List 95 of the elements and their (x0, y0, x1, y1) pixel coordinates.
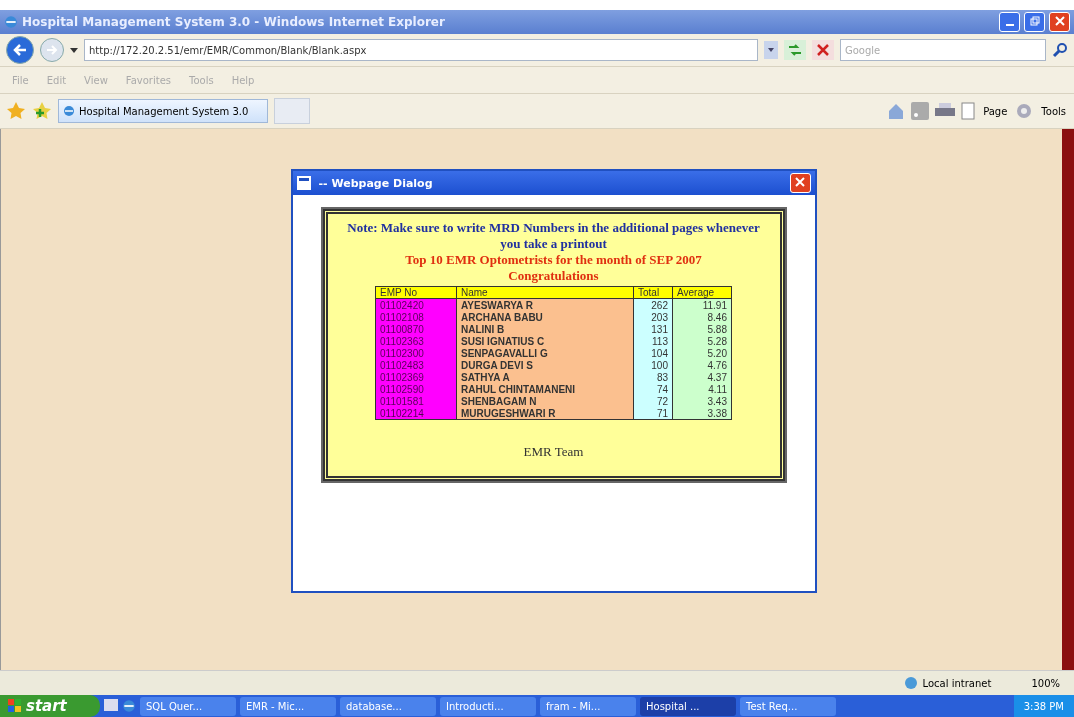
scrollbar[interactable] (1062, 129, 1074, 670)
table-cell: 5.28 (672, 335, 732, 347)
table-cell: 01100870 (375, 323, 457, 335)
table-cell: MURUGESHWARI R (456, 407, 634, 420)
close-button[interactable] (789, 173, 811, 193)
home-icon[interactable] (887, 102, 906, 120)
address-field[interactable]: http://172.20.2.51/emr/EMR/Common/Blank/Blank.aspx (84, 39, 758, 61)
table-cell: 4.37 (672, 371, 732, 383)
table-cell: ARCHANA BABU (456, 311, 634, 323)
taskbar-item[interactable]: Hospital ... (640, 696, 736, 716)
feed-icon[interactable] (911, 102, 930, 120)
table-cell: 01102369 (375, 371, 457, 383)
refresh-icon[interactable] (784, 40, 806, 60)
table-cell: 104 (633, 347, 673, 359)
table-cell: SENPAGAVALLI G (456, 347, 634, 359)
table-cell: 5.88 (672, 323, 732, 335)
table-cell: 203 (633, 311, 673, 323)
close-button[interactable] (1049, 12, 1070, 32)
taskbar-item[interactable]: fram - Mi... (540, 696, 636, 716)
signature-text: EMR Team (523, 444, 584, 460)
dropdown-icon[interactable] (70, 47, 78, 53)
taskbar-item[interactable]: EMR - Mic... (240, 696, 336, 716)
table-cell: 01102108 (375, 311, 457, 323)
restore-button[interactable] (1024, 12, 1045, 32)
table-cell: 8.46 (672, 311, 732, 323)
table-cell: 74 (633, 383, 673, 395)
column-header: Total (633, 286, 673, 299)
taskbar-item[interactable]: SQL Quer... (140, 696, 236, 716)
dropdown-icon[interactable] (764, 41, 778, 59)
table-cell: 83 (633, 371, 673, 383)
clock: 3:38 PM (1023, 700, 1064, 712)
forward-button[interactable] (40, 38, 64, 62)
taskbar-item[interactable]: Test Req... (740, 696, 836, 716)
menu-item[interactable]: Edit (40, 74, 73, 86)
menu-item[interactable]: File (6, 74, 35, 86)
browser-tab[interactable]: Hospital Management System 3.0 (58, 99, 268, 123)
table-cell: DURGA DEVI S (456, 359, 634, 371)
column-header: Name (456, 286, 634, 299)
tools-menu[interactable]: Tools (1039, 105, 1068, 117)
report-heading: Top 10 EMR Optometrists for the month of SEP 2007 (405, 252, 702, 268)
table-cell: 01102363 (375, 335, 457, 347)
close-icon (795, 177, 805, 187)
menu-item[interactable]: Help (225, 74, 261, 86)
stop-icon[interactable] (812, 40, 834, 60)
menu-item[interactable]: View (78, 74, 114, 86)
table-cell: 3.43 (672, 395, 732, 407)
back-button[interactable] (6, 36, 34, 64)
table-cell: 01102214 (375, 407, 457, 420)
congratulations-text: Congratulations (508, 268, 599, 284)
zone-text: Local intranet (922, 677, 992, 689)
desktop-icon[interactable] (104, 699, 118, 713)
table-cell: 72 (633, 395, 673, 407)
dialog-icon (296, 176, 311, 190)
page-menu[interactable]: Page (981, 105, 1010, 117)
restore-icon (1029, 16, 1040, 26)
menu-item[interactable]: Tools (183, 74, 220, 86)
table-cell: 4.11 (672, 383, 732, 395)
table-cell: 4.76 (672, 359, 732, 371)
table-cell: RAHUL CHINTAMANENI (456, 383, 634, 395)
table-cell: 113 (633, 335, 673, 347)
table-cell: SUSI IGNATIUS C (456, 335, 634, 347)
minimize-icon (1005, 24, 1014, 26)
forward-arrow-icon (46, 45, 58, 55)
column-header: Average (672, 286, 732, 299)
column-header: EMP No (375, 286, 457, 299)
gear-icon[interactable] (1015, 102, 1034, 120)
back-arrow-icon (13, 44, 27, 56)
star-icon[interactable] (6, 101, 26, 121)
table-cell: SATHYA A (456, 371, 634, 383)
add-favorite-icon[interactable] (32, 101, 52, 121)
search-field[interactable]: Google (840, 39, 1046, 61)
taskbar-item[interactable]: Introducti... (440, 696, 536, 716)
window-title: Hospital Management System 3.0 - Windows Internet Explorer (22, 15, 446, 29)
search-icon[interactable] (1052, 42, 1068, 58)
table-cell: 5.20 (672, 347, 732, 359)
dialog-title: -- Webpage Dialog (318, 176, 434, 190)
close-icon (1054, 16, 1065, 26)
zoom-level[interactable]: 100% (1031, 677, 1060, 689)
taskbar-item[interactable]: database... (340, 696, 436, 716)
table-cell: 100 (633, 359, 673, 371)
note-text: Note: Make sure to write MRD Numbers in the additional pages whenever you take a printout (346, 220, 761, 252)
table-cell: 01102483 (375, 359, 457, 371)
table-cell: 3.38 (672, 407, 732, 420)
menu-item[interactable]: Favorites (119, 74, 177, 86)
minimize-button[interactable] (999, 12, 1020, 32)
globe-icon (902, 676, 919, 690)
table-cell: 01102590 (375, 383, 457, 395)
table-cell: SHENBAGAM N (456, 395, 634, 407)
table-cell: 01102300 (375, 347, 457, 359)
table-cell: 131 (633, 323, 673, 335)
table-cell: NALINI B (456, 323, 634, 335)
table-cell: 01101581 (375, 395, 457, 407)
windows-logo (8, 699, 22, 713)
start-button[interactable]: start (0, 695, 100, 717)
table-cell: 71 (633, 407, 673, 420)
